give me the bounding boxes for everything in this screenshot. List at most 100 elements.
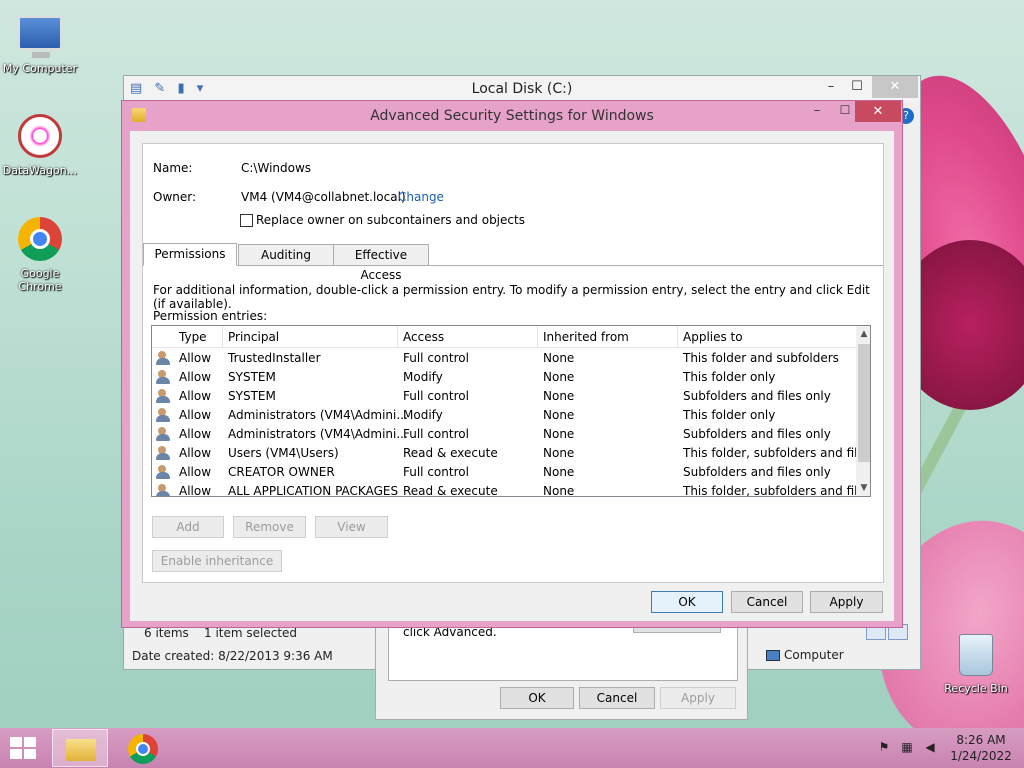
apply-button[interactable]: Apply [810,591,883,613]
column-principal[interactable]: Principal [228,330,279,344]
entry-inherited: None [543,465,575,479]
status-items-count: 6 items [144,626,189,640]
windows-start-icon[interactable] [10,737,38,761]
action-center-flag-icon[interactable]: ⚑ [876,740,892,756]
table-row[interactable]: Allow SYSTEM Full control None Subfolder… [152,387,856,406]
change-owner-link[interactable]: Change [398,190,444,204]
desktop-icon-label: Recycle Bin [944,682,1008,695]
status-date-created: Date created: 8/22/2013 9:36 AM [132,649,333,663]
desktop-icon-my-computer[interactable]: My Computer [0,10,80,75]
volume-muted-icon[interactable]: ◀ [922,740,938,756]
chrome-icon [128,734,158,764]
entry-inherited: None [543,427,575,441]
dialog-body: Name: C:\Windows Owner: VM4 (VM4@collabn… [130,131,894,621]
column-inherited-from[interactable]: Inherited from [543,330,629,344]
user-group-icon [156,389,172,404]
table-row[interactable]: Allow CREATOR OWNER Full control None Su… [152,463,856,482]
file-explorer-icon [66,739,96,761]
entry-type: Allow [179,389,212,403]
desktop-icon-label: My Computer [2,62,78,75]
minimize-button[interactable]: – [802,103,832,118]
entry-applies: This folder, subfolders and files [683,446,871,460]
table-row[interactable]: Allow Users (VM4\Users) Read & execute N… [152,444,870,463]
add-button[interactable]: Add [152,516,224,538]
chrome-icon [18,217,62,261]
table-row[interactable]: Allow TrustedInstaller Full control None… [152,349,856,368]
maximize-button[interactable]: ☐ [842,76,872,98]
list-scrollbar[interactable]: ▲ ▼ [856,326,870,496]
entry-inherited: None [543,389,575,403]
user-group-icon [156,446,172,461]
taskbar-file-explorer[interactable] [52,729,108,767]
entry-applies: Subfolders and files only [683,389,831,403]
entry-applies: This folder, subfolders and files [683,484,871,497]
properties-panel: click Advanced. [388,623,738,681]
list-header: Type Principal Access Inherited from App… [152,326,856,348]
ok-button[interactable]: OK [651,591,723,613]
dialog-title: Advanced Security Settings for Windows [370,108,654,124]
user-group-icon [156,427,172,442]
user-group-icon [156,465,172,480]
enable-inheritance-button[interactable]: Enable inheritance [152,550,282,572]
tab-permissions[interactable]: Permissions [143,243,237,266]
entry-inherited: None [543,370,575,384]
replace-owner-checkbox[interactable] [240,214,253,227]
name-value: C:\Windows [241,161,312,175]
computer-icon [766,650,780,661]
close-button[interactable]: ✕ [855,101,901,122]
scroll-up-icon[interactable]: ▲ [856,326,870,342]
entry-access: Full control [403,465,469,479]
tab-auditing[interactable]: Auditing [238,244,334,266]
scroll-down-icon[interactable]: ▼ [856,480,870,496]
entry-type: Allow [179,427,212,441]
entry-applies: Subfolders and files only [683,465,831,479]
status-selected: 1 item selected [204,626,298,640]
datawagon-icon [18,114,62,158]
entry-access: Modify [403,408,443,422]
entry-type: Allow [179,370,212,384]
desktop-icon-label: Google Chrome [18,267,62,293]
entry-access: Full control [403,427,469,441]
desktop-icon-google-chrome[interactable]: Google Chrome [0,215,80,293]
table-row[interactable]: Allow Administrators (VM4\Admini... Modi… [152,406,856,425]
desktop-icon-datawagon[interactable]: DataWagon... [0,112,80,177]
column-access[interactable]: Access [403,330,444,344]
taskbar: ⚑ ▦ ◀ 8:26 AM 1/24/2022 [0,728,1024,768]
user-group-icon [156,370,172,385]
close-button[interactable]: ✕ [872,76,918,98]
entry-principal: Administrators (VM4\Admini... [228,427,408,441]
remove-button[interactable]: Remove [233,516,306,538]
cancel-button[interactable]: Cancel [731,591,803,613]
column-type[interactable]: Type [179,330,207,344]
properties-ok-button[interactable]: OK [500,687,574,709]
view-button[interactable]: View [315,516,388,538]
tab-effective-access[interactable]: Effective Access [333,244,429,282]
properties-dialog: click Advanced. OK Cancel Apply [375,622,748,720]
entry-type: Allow [179,351,212,365]
permission-entries-label: Permission entries: [153,309,268,323]
network-icon[interactable]: ▦ [899,740,915,756]
entry-inherited: None [543,446,575,460]
entry-applies: This folder and subfolders [683,351,839,365]
entry-principal: Administrators (VM4\Admini... [228,408,408,422]
properties-cancel-button[interactable]: Cancel [579,687,655,709]
system-clock[interactable]: 8:26 AM 1/24/2022 [948,732,1014,764]
properties-apply-button[interactable]: Apply [660,687,736,709]
scroll-thumb[interactable] [858,344,870,462]
column-applies-to[interactable]: Applies to [683,330,743,344]
entry-type: Allow [179,484,212,497]
entry-access: Read & execute [403,446,498,460]
desktop-icon-recycle-bin[interactable]: Recycle Bin [936,630,1016,695]
app-package-icon [156,484,172,496]
location-label: Computer [784,648,844,662]
computer-icon [18,16,62,58]
taskbar-chrome[interactable] [115,729,171,767]
user-group-icon [156,408,172,423]
table-row[interactable]: Allow Administrators (VM4\Admini... Full… [152,425,856,444]
entry-applies: Subfolders and files only [683,427,831,441]
entry-applies: This folder only [683,370,776,384]
permission-entries-list[interactable]: Type Principal Access Inherited from App… [151,325,871,497]
entry-type: Allow [179,465,212,479]
table-row[interactable]: Allow SYSTEM Modify None This folder onl… [152,368,856,387]
table-row[interactable]: Allow ALL APPLICATION PACKAGES Read & ex… [152,482,870,497]
